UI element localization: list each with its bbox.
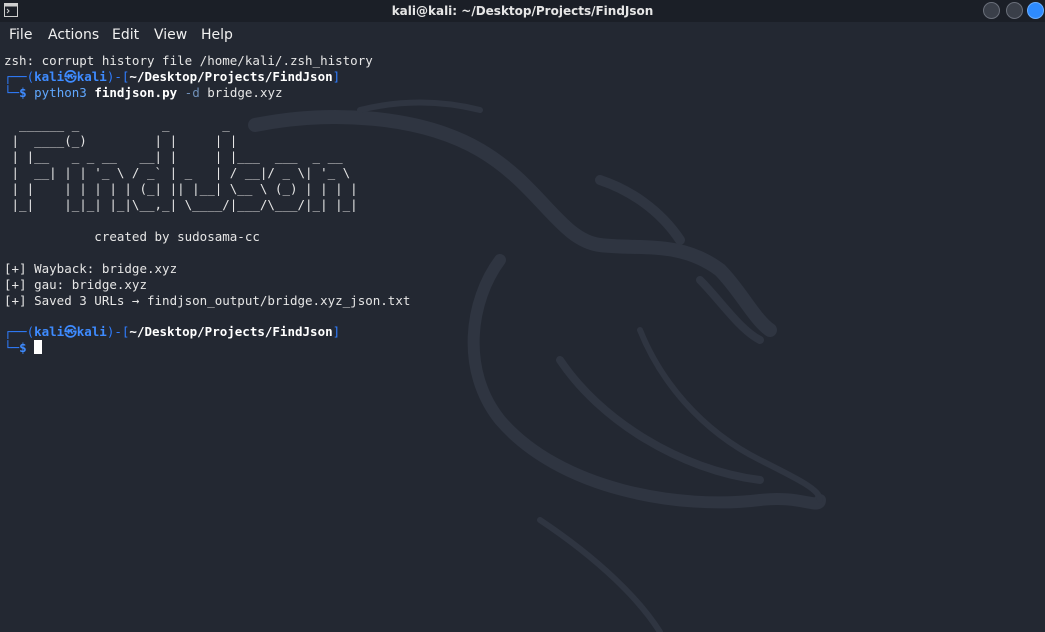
- banner-line: | | | | | | | (_| || |__| \__ \ (_) | | …: [4, 181, 358, 196]
- terminal-output[interactable]: zsh: corrupt history file /home/kali/.zs…: [4, 51, 1039, 629]
- banner-line: |_| |_|_| |_|\__,_| \____/|___/\___/|_| …: [4, 197, 358, 212]
- menu-bar: File Actions Edit View Help: [0, 22, 1045, 48]
- menu-actions[interactable]: Actions: [48, 27, 99, 43]
- minimize-button[interactable]: [983, 2, 1000, 19]
- banner-credit: created by sudosama-cc: [4, 229, 260, 244]
- output-line: [+] Saved 3 URLs → findjson_output/bridg…: [4, 293, 411, 308]
- banner-line: | ____(_) | | | |: [4, 133, 351, 148]
- menu-help[interactable]: Help: [201, 27, 233, 43]
- command-line: └─$ python3 findjson.py -d bridge.xyz: [4, 85, 283, 100]
- prompt-path: ~/Desktop/Projects/FindJson: [129, 324, 333, 339]
- maximize-button[interactable]: [1006, 2, 1023, 19]
- banner-line: | __| | | '_ \ / _` | _ | / __|/ _ \| '_…: [4, 165, 358, 180]
- close-button[interactable]: [1027, 2, 1044, 19]
- output-line: [+] gau: bridge.xyz: [4, 277, 147, 292]
- input-line[interactable]: └─$: [4, 340, 43, 356]
- prompt-line-top: ┌──(kali㉿kali)-[~/Desktop/Projects/FindJ…: [4, 324, 341, 339]
- prompt-line-top: ┌──(kali㉿kali)-[~/Desktop/Projects/FindJ…: [4, 69, 341, 84]
- prompt-path: ~/Desktop/Projects/FindJson: [129, 69, 333, 84]
- text-cursor: [34, 340, 43, 354]
- menu-file[interactable]: File: [9, 27, 32, 43]
- title-bar[interactable]: kali@kali: ~/Desktop/Projects/FindJson: [0, 0, 1045, 22]
- banner-line: | |__ _ _ __ __| | | |___ ___ _ __: [4, 149, 358, 164]
- terminal-window: kali@kali: ~/Desktop/Projects/FindJson F…: [0, 0, 1045, 632]
- banner-line: ______ _ _ _: [4, 117, 351, 132]
- history-warning: zsh: corrupt history file /home/kali/.zs…: [4, 53, 373, 68]
- menu-view[interactable]: View: [154, 27, 187, 43]
- menu-edit[interactable]: Edit: [112, 27, 139, 43]
- window-title: kali@kali: ~/Desktop/Projects/FindJson: [391, 4, 654, 18]
- output-line: [+] Wayback: bridge.xyz: [4, 261, 178, 276]
